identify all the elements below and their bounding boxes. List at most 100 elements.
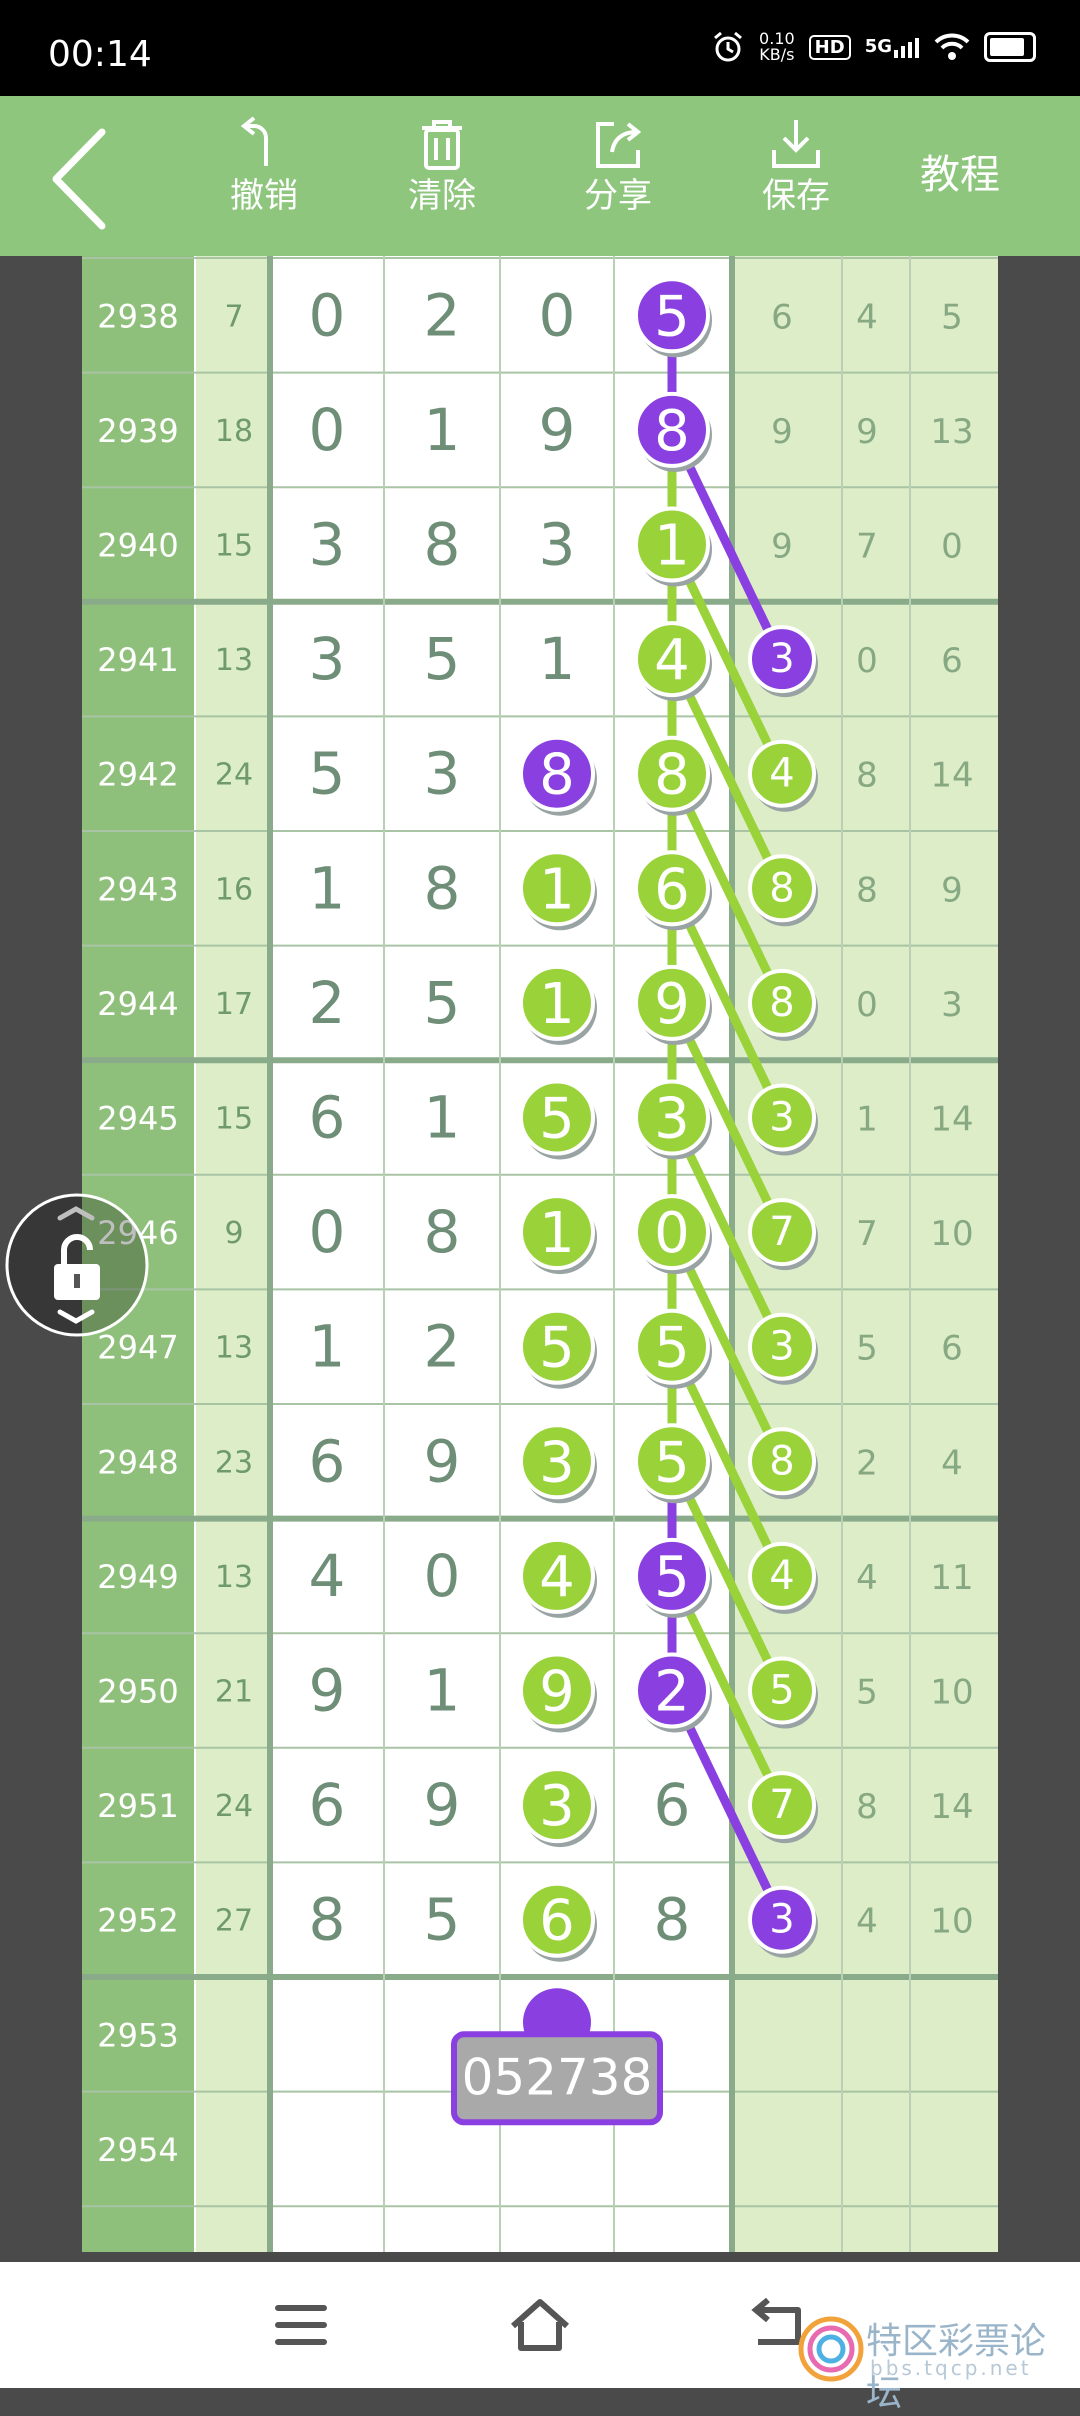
stat-cell[interactable]: 9 bbox=[771, 527, 793, 567]
digit-cell[interactable]: 5 bbox=[424, 625, 461, 693]
stat-cell[interactable]: 7 bbox=[856, 527, 878, 567]
trend-grid-svg[interactable]: 2938 7 0 2 0 5 6 4 52939 18 0 1 9 8 9 9 132940 15 3 8 3 1 9 7 02… bbox=[82, 256, 998, 2252]
digit-cell[interactable]: 0 bbox=[424, 1542, 461, 1610]
digit-cell[interactable]: 1 bbox=[539, 972, 575, 1037]
stat-cell[interactable]: 5 bbox=[856, 1329, 878, 1369]
stat-cell[interactable]: 4 bbox=[769, 1553, 794, 1599]
digit-cell[interactable]: 2 bbox=[309, 969, 346, 1037]
home-icon[interactable] bbox=[505, 2292, 575, 2358]
digit-cell[interactable]: 3 bbox=[309, 511, 346, 579]
stat-cell[interactable]: 6 bbox=[941, 641, 963, 681]
number-input-value[interactable]: 052738 bbox=[462, 2048, 653, 2106]
stat-cell[interactable]: 10 bbox=[930, 1214, 973, 1254]
digit-cell[interactable]: 4 bbox=[539, 1545, 575, 1610]
stat-cell[interactable]: 0 bbox=[856, 985, 878, 1025]
digit-cell[interactable]: 6 bbox=[309, 1084, 346, 1152]
stat-cell[interactable]: 13 bbox=[930, 412, 973, 452]
digit-cell[interactable]: 9 bbox=[539, 396, 576, 464]
stat-cell[interactable]: 8 bbox=[769, 865, 794, 911]
save-button[interactable]: 保存 bbox=[736, 116, 856, 246]
stat-cell[interactable]: 1 bbox=[856, 1100, 878, 1140]
digit-cell[interactable]: 3 bbox=[424, 740, 461, 808]
stat-cell[interactable]: 8 bbox=[856, 870, 878, 910]
digit-cell[interactable]: 3 bbox=[309, 625, 346, 693]
stat-cell[interactable]: 14 bbox=[930, 1100, 973, 1140]
stat-cell[interactable]: 3 bbox=[769, 1095, 794, 1141]
stat-cell[interactable]: 7 bbox=[856, 1214, 878, 1254]
digit-cell[interactable]: 8 bbox=[654, 399, 690, 464]
digit-cell[interactable]: 9 bbox=[539, 1660, 575, 1725]
digit-cell[interactable]: 3 bbox=[539, 511, 576, 579]
digit-cell[interactable]: 1 bbox=[309, 1313, 346, 1381]
digit-cell[interactable]: 9 bbox=[424, 1427, 461, 1495]
digit-cell[interactable]: 2 bbox=[424, 1313, 461, 1381]
stat-cell[interactable]: 2 bbox=[856, 1443, 878, 1483]
lock-toggle[interactable] bbox=[2, 1190, 152, 1340]
digit-cell[interactable]: 1 bbox=[654, 514, 690, 579]
digit-cell[interactable]: 0 bbox=[309, 281, 346, 349]
stat-cell[interactable]: 4 bbox=[856, 1902, 878, 1942]
digit-cell[interactable]: 8 bbox=[424, 511, 461, 579]
stat-cell[interactable]: 9 bbox=[771, 412, 793, 452]
stat-cell[interactable]: 8 bbox=[769, 1438, 794, 1484]
digit-cell[interactable]: 5 bbox=[654, 284, 690, 349]
stat-cell[interactable]: 4 bbox=[856, 297, 878, 337]
stat-cell[interactable]: 7 bbox=[769, 1209, 794, 1255]
digit-cell[interactable]: 0 bbox=[654, 1201, 690, 1266]
digit-cell[interactable]: 8 bbox=[424, 854, 461, 922]
stat-cell[interactable]: 3 bbox=[769, 636, 794, 682]
digit-cell[interactable]: 6 bbox=[654, 857, 690, 922]
digit-cell[interactable]: 8 bbox=[539, 743, 575, 808]
digit-cell[interactable]: 9 bbox=[424, 1771, 461, 1839]
digit-cell[interactable]: 6 bbox=[309, 1771, 346, 1839]
digit-cell[interactable]: 5 bbox=[424, 1886, 461, 1954]
stat-cell[interactable]: 11 bbox=[930, 1558, 973, 1598]
digit-cell[interactable]: 4 bbox=[654, 628, 690, 693]
stat-cell[interactable]: 6 bbox=[771, 297, 793, 337]
stat-cell[interactable]: 8 bbox=[856, 1787, 878, 1827]
menu-icon[interactable] bbox=[266, 2292, 336, 2358]
stat-cell[interactable]: 10 bbox=[930, 1902, 973, 1942]
stat-cell[interactable]: 10 bbox=[930, 1673, 973, 1713]
stat-cell[interactable]: 5 bbox=[769, 1668, 794, 1714]
digit-cell[interactable]: 1 bbox=[424, 1657, 461, 1725]
digit-cell[interactable]: 6 bbox=[654, 1771, 691, 1839]
digit-cell[interactable]: 9 bbox=[309, 1657, 346, 1725]
tutorial-button[interactable]: 教程 bbox=[920, 142, 1000, 200]
digit-cell[interactable]: 5 bbox=[654, 1316, 690, 1381]
stat-cell[interactable]: 14 bbox=[930, 756, 973, 796]
digit-cell[interactable]: 1 bbox=[424, 1084, 461, 1152]
stat-cell[interactable]: 6 bbox=[941, 1329, 963, 1369]
digit-cell[interactable]: 1 bbox=[539, 857, 575, 922]
digit-cell[interactable]: 8 bbox=[654, 743, 690, 808]
digit-cell[interactable]: 5 bbox=[539, 1087, 575, 1152]
digit-cell[interactable]: 0 bbox=[309, 1198, 346, 1266]
digit-cell[interactable]: 9 bbox=[654, 972, 690, 1037]
stat-cell[interactable]: 4 bbox=[856, 1558, 878, 1598]
stat-cell[interactable]: 14 bbox=[930, 1787, 973, 1827]
stat-cell[interactable]: 8 bbox=[856, 756, 878, 796]
digit-cell[interactable]: 0 bbox=[539, 281, 576, 349]
stat-cell[interactable]: 0 bbox=[856, 641, 878, 681]
digit-cell[interactable]: 2 bbox=[654, 1660, 690, 1725]
stat-cell[interactable]: 4 bbox=[769, 751, 794, 797]
stat-cell[interactable]: 8 bbox=[769, 980, 794, 1026]
back-button[interactable] bbox=[44, 124, 114, 234]
stat-cell[interactable]: 3 bbox=[941, 985, 963, 1025]
digit-cell[interactable]: 1 bbox=[424, 396, 461, 464]
digit-cell[interactable]: 5 bbox=[424, 969, 461, 1037]
digit-cell[interactable]: 4 bbox=[309, 1542, 346, 1610]
stat-cell[interactable]: 4 bbox=[941, 1443, 963, 1483]
digit-cell[interactable]: 5 bbox=[539, 1316, 575, 1381]
digit-cell[interactable]: 1 bbox=[539, 625, 576, 693]
stat-cell[interactable]: 3 bbox=[769, 1897, 794, 1943]
stat-cell[interactable]: 9 bbox=[856, 412, 878, 452]
digit-cell[interactable]: 5 bbox=[309, 740, 346, 808]
undo-button[interactable]: 撤销 bbox=[204, 116, 324, 246]
stat-cell[interactable]: 5 bbox=[856, 1673, 878, 1713]
stat-cell[interactable]: 7 bbox=[769, 1782, 794, 1828]
digit-cell[interactable]: 8 bbox=[654, 1886, 691, 1954]
digit-cell[interactable]: 5 bbox=[654, 1430, 690, 1495]
digit-cell[interactable]: 1 bbox=[539, 1201, 575, 1266]
share-button[interactable]: 分享 bbox=[558, 116, 678, 246]
